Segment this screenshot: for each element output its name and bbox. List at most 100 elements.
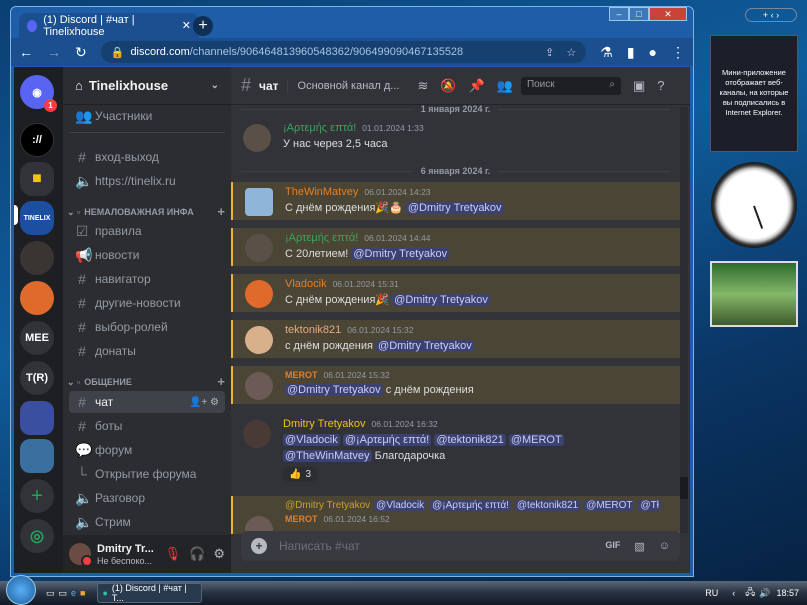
channel-razgovor[interactable]: 🔈 Разговор <box>69 487 225 509</box>
maximize-button[interactable]: □ <box>629 7 649 21</box>
author[interactable]: Dmitry Tretyakov <box>283 418 366 430</box>
switch-windows-icon[interactable]: ▭ <box>59 588 68 599</box>
gear-icon[interactable]: ⚙ <box>213 546 225 562</box>
channel-pravila[interactable]: ☑ правила <box>69 220 225 242</box>
mention[interactable]: @MEROT <box>508 434 564 446</box>
add-channel-icon[interactable]: + <box>217 375 225 388</box>
avatar[interactable] <box>243 420 271 448</box>
mic-muted-icon[interactable]: 🎙 <box>165 546 182 562</box>
channel-chat[interactable]: # чат 👤+ ⚙ <box>69 391 225 413</box>
members-link[interactable]: 👥 Участники <box>69 105 225 127</box>
server-folder[interactable] <box>20 439 54 473</box>
volume-icon[interactable]: 🔊 <box>759 588 770 599</box>
mention[interactable]: @Dmitry Tretyakov <box>351 248 450 260</box>
new-tab-button[interactable]: + <box>193 16 213 36</box>
author[interactable]: Vladocik <box>285 278 327 290</box>
channel-strim[interactable]: 🔈 Стрим <box>69 511 225 533</box>
profile-icon[interactable]: ● <box>649 44 657 60</box>
author[interactable]: ¡Αρτεμής επτά! <box>285 232 358 244</box>
bell-muted-icon[interactable]: 🔕 <box>440 78 456 94</box>
add-server-icon[interactable]: + <box>20 479 54 513</box>
category-obshchenie[interactable]: ⌄ ▫ ОБЩЕНИЕ + <box>67 375 225 388</box>
avatar[interactable] <box>245 280 273 308</box>
mention[interactable]: @Dmitry Tretyakov <box>285 384 383 396</box>
search-input[interactable]: Поиск ⌕ <box>520 76 621 95</box>
author[interactable]: MEROT <box>285 370 318 380</box>
share-icon[interactable]: ⇪ <box>545 46 554 59</box>
extensions-icon[interactable]: ⚗ <box>600 44 613 61</box>
channel-boty[interactable]: # боты <box>69 415 225 437</box>
back-icon[interactable]: ← <box>19 44 33 60</box>
star-icon[interactable]: ☆ <box>566 46 576 59</box>
scrollbar[interactable] <box>680 107 688 533</box>
menu-icon[interactable]: ⋮ <box>671 44 685 61</box>
sidepanel-icon[interactable]: ▮ <box>627 44 635 61</box>
mention[interactable]: @Dmitry Tretyakov <box>376 340 474 352</box>
author[interactable]: tektonik821 <box>285 324 341 336</box>
folder-icon[interactable]: ■ <box>20 162 54 196</box>
server-folder[interactable] <box>20 401 54 435</box>
threads-icon[interactable]: ≋ <box>417 78 428 94</box>
gear-icon[interactable]: ⚙ <box>210 397 219 408</box>
add-attachment-icon[interactable]: + <box>251 538 267 554</box>
channel-novosti[interactable]: 📢 новости <box>69 244 225 266</box>
address-bar[interactable]: 🔒 discord.com/channels/906464813960548362… <box>100 41 587 63</box>
avatar[interactable] <box>243 124 271 152</box>
author[interactable]: TheWinMatvey <box>285 186 358 198</box>
network-icon[interactable]: 🖧 <box>745 585 755 601</box>
reload-icon[interactable]: ↻ <box>75 44 87 61</box>
add-channel-icon[interactable]: + <box>217 205 225 218</box>
channel-topic[interactable]: Основной канал д... <box>286 79 399 92</box>
language-indicator[interactable]: RU <box>705 588 718 598</box>
close-tab-icon[interactable]: ✕ <box>182 19 191 32</box>
author[interactable]: ¡Αρτεμής επτά! <box>283 122 356 134</box>
browser-tab[interactable]: (1) Discord | #чат | Tinelixhouse ✕ <box>19 13 199 38</box>
gadget-controls[interactable]: + ‹ › <box>745 8 797 22</box>
channel-navigator[interactable]: # навигатор <box>69 268 225 290</box>
server-tinelix[interactable]: TINELIX <box>20 201 54 235</box>
server-icon[interactable] <box>20 281 54 315</box>
tray-expand-icon[interactable]: ‹ <box>732 588 735 598</box>
guild-header[interactable]: ⌂ Tinelixhouse ⌄ <box>63 67 231 105</box>
pin-icon[interactable]: 📌 <box>469 78 485 94</box>
server-mee[interactable]: MEE <box>20 321 54 355</box>
headphones-icon[interactable]: 🎧 <box>189 546 205 562</box>
author[interactable]: MEROT <box>285 514 318 524</box>
discord-home-icon[interactable]: ◉ 1 <box>20 75 57 112</box>
discover-icon[interactable]: ◎ <box>20 519 54 553</box>
mention[interactable]: @Vladocik <box>283 434 340 446</box>
minimize-button[interactable]: – <box>609 7 629 21</box>
message-input[interactable]: + Написать #чат GIF ▧ ☺ <box>241 531 680 561</box>
invite-icon[interactable]: 👤+ <box>189 397 207 408</box>
start-button[interactable] <box>6 575 36 605</box>
gif-button[interactable]: GIF <box>605 540 620 553</box>
avatar[interactable] <box>245 372 273 400</box>
emoji-icon[interactable]: ☺ <box>659 540 670 553</box>
thread-otkrytie-foruma[interactable]: └ Открытие форума <box>69 463 225 485</box>
close-window-button[interactable]: ✕ <box>649 7 687 21</box>
channel-vhod-vyhod[interactable]: # вход-выход <box>69 146 225 168</box>
mention[interactable]: @¡Αρτεμής επτά! <box>342 434 432 446</box>
reply-preview[interactable]: @Dmitry Tretyakov @Vladocik @¡Αρτεμής επτά… <box>285 500 670 511</box>
channel-drugie-novosti[interactable]: # другие-новости <box>69 292 225 314</box>
forward-icon[interactable]: → <box>47 44 61 60</box>
members-icon[interactable]: 👥 <box>497 78 513 94</box>
category-nemalovazhnaya[interactable]: ⌄ ▫ НЕМАЛОВАЖНАЯ ИНФА + <box>67 205 225 218</box>
server-tr[interactable]: T(R) <box>20 361 54 395</box>
avatar[interactable] <box>245 188 273 216</box>
inbox-icon[interactable]: ▣ <box>633 78 645 94</box>
clock[interactable]: 18:57 <box>776 588 799 598</box>
ie-icon[interactable]: e <box>71 588 76 599</box>
mention[interactable]: @TheWinMatvey <box>283 450 372 462</box>
avatar[interactable] <box>245 234 273 262</box>
channel-tinelix-ru[interactable]: 🔈 https://tinelix.ru <box>69 170 225 192</box>
show-desktop-icon[interactable]: ▭ <box>46 588 55 599</box>
reaction-button[interactable]: 👍 3 <box>283 467 318 482</box>
channel-vybor-roley[interactable]: # выбор-ролей <box>69 316 225 338</box>
mention[interactable]: @tektonik821 <box>434 434 506 446</box>
avatar[interactable] <box>69 543 93 567</box>
avatar[interactable] <box>245 326 273 354</box>
channel-donaty[interactable]: # донаты <box>69 340 225 362</box>
taskbar-discord[interactable]: ● (1) Discord | #чат | T... <box>97 583 203 603</box>
outlook-icon[interactable]: ■ <box>80 588 85 599</box>
